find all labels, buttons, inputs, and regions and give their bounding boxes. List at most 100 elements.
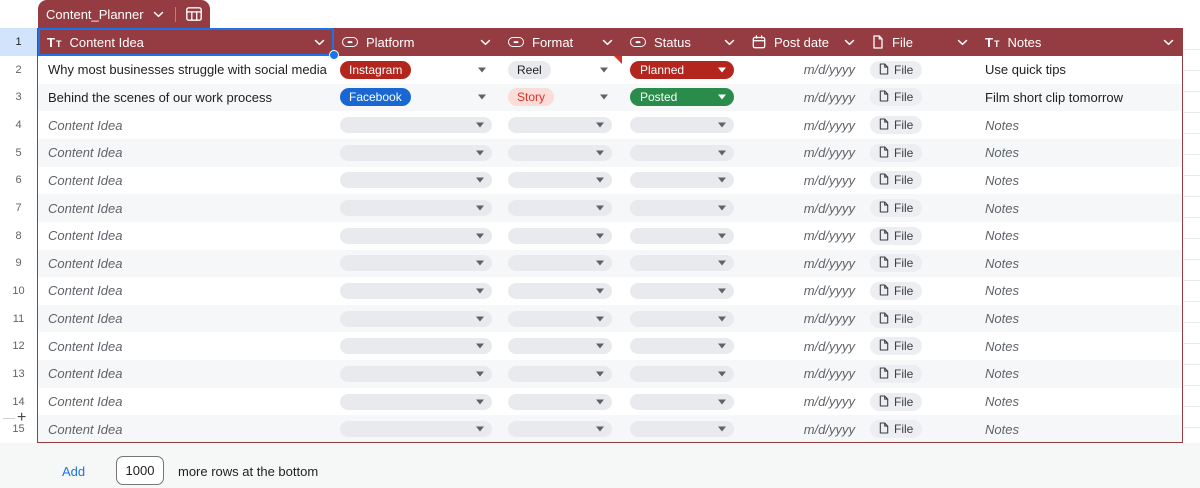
cell-platform[interactable] [334, 194, 500, 222]
cell-notes[interactable]: Notes [977, 250, 1183, 278]
dropdown-arrow-icon[interactable] [476, 426, 484, 432]
dropdown-arrow-icon[interactable] [718, 260, 726, 266]
format-placeholder-dropdown[interactable] [508, 365, 612, 382]
column-header-status[interactable]: Status [622, 28, 744, 56]
dropdown-arrow-icon[interactable] [718, 67, 726, 73]
dropdown-arrow-icon[interactable] [596, 205, 604, 211]
row-number[interactable]: 12 [0, 332, 37, 360]
dropdown-arrow-icon[interactable] [718, 94, 726, 100]
cell-platform[interactable] [334, 167, 500, 195]
cell-format[interactable] [500, 332, 622, 360]
cell-notes[interactable]: Notes [977, 360, 1183, 388]
cell-notes[interactable]: Notes [977, 167, 1183, 195]
platform-placeholder-dropdown[interactable] [340, 144, 492, 161]
row-number[interactable]: 5 [0, 139, 37, 167]
status-placeholder-dropdown[interactable] [630, 421, 734, 438]
dropdown-arrow-icon[interactable] [476, 233, 484, 239]
status-placeholder-dropdown[interactable] [630, 144, 734, 161]
cell-format[interactable] [500, 139, 622, 167]
cell-format[interactable]: Story [500, 84, 622, 112]
row-number[interactable]: 3 [0, 84, 37, 112]
cell-status[interactable] [622, 360, 744, 388]
table-grid-icon[interactable] [185, 7, 202, 21]
dropdown-arrow-icon[interactable] [596, 399, 604, 405]
column-header-file[interactable]: File [864, 28, 977, 56]
cell-platform[interactable] [334, 332, 500, 360]
cell-content-idea[interactable]: Content Idea [38, 332, 334, 360]
cell-content-idea[interactable]: Why most businesses struggle with social… [38, 56, 334, 84]
column-header-platform[interactable]: Platform [334, 28, 500, 56]
cell-post-date[interactable]: m/d/yyyy [744, 277, 864, 305]
format-placeholder-dropdown[interactable] [508, 117, 612, 134]
cell-format[interactable] [500, 388, 622, 416]
platform-placeholder-dropdown[interactable] [340, 282, 492, 299]
format-placeholder-dropdown[interactable] [508, 421, 612, 438]
format-placeholder-dropdown[interactable] [508, 200, 612, 217]
cell-format[interactable] [500, 167, 622, 195]
dropdown-arrow-icon[interactable] [476, 371, 484, 377]
cell-content-idea[interactable]: Content Idea [38, 222, 334, 250]
file-chip[interactable]: File [870, 337, 923, 356]
platform-placeholder-dropdown[interactable] [340, 172, 492, 189]
file-chip[interactable]: File [870, 88, 923, 107]
format-placeholder-dropdown[interactable] [508, 310, 612, 327]
row-number-selected[interactable]: 1 [0, 28, 37, 56]
cell-notes[interactable]: Notes [977, 194, 1183, 222]
platform-placeholder-dropdown[interactable] [340, 338, 492, 355]
status-placeholder-dropdown[interactable] [630, 172, 734, 189]
status-placeholder-dropdown[interactable] [630, 200, 734, 217]
dropdown-arrow-icon[interactable] [596, 233, 604, 239]
cell-format[interactable] [500, 222, 622, 250]
dropdown-arrow-icon[interactable] [718, 122, 726, 128]
add-rows-button[interactable]: Add [62, 464, 85, 479]
cell-status[interactable]: Posted [622, 84, 744, 112]
format-placeholder-dropdown[interactable] [508, 144, 612, 161]
platform-placeholder-dropdown[interactable] [340, 365, 492, 382]
format-placeholder-dropdown[interactable] [508, 338, 612, 355]
platform-placeholder-dropdown[interactable] [340, 117, 492, 134]
chevron-down-icon[interactable] [957, 39, 968, 46]
cell-post-date[interactable]: m/d/yyyy [744, 332, 864, 360]
dropdown-arrow-icon[interactable] [718, 233, 726, 239]
cell-status[interactable] [622, 222, 744, 250]
dropdown-arrow-icon[interactable] [596, 316, 604, 322]
cell-content-idea[interactable]: Content Idea [38, 139, 334, 167]
cell-platform[interactable] [334, 250, 500, 278]
chevron-down-icon[interactable] [1163, 39, 1174, 46]
dropdown-arrow-icon[interactable] [718, 371, 726, 377]
format-placeholder-dropdown[interactable] [508, 227, 612, 244]
cell-post-date[interactable]: m/d/yyyy [744, 305, 864, 333]
cell-file[interactable]: File [864, 388, 977, 416]
dropdown-arrow-icon[interactable] [476, 343, 484, 349]
row-number[interactable]: 2 [0, 56, 37, 84]
cell-post-date[interactable]: m/d/yyyy [744, 111, 864, 139]
file-chip[interactable]: File [870, 254, 923, 273]
file-chip[interactable]: File [870, 60, 923, 79]
cell-platform[interactable] [334, 305, 500, 333]
dropdown-arrow-icon[interactable] [718, 426, 726, 432]
row-number[interactable]: 7 [0, 194, 37, 222]
dropdown-arrow-icon[interactable] [596, 122, 604, 128]
cell-notes[interactable]: Notes [977, 305, 1183, 333]
cell-format[interactable]: Reel [500, 56, 622, 84]
cell-notes[interactable]: Use quick tips [977, 56, 1183, 84]
cell-platform[interactable]: Instagram [334, 56, 500, 84]
cell-platform[interactable]: Facebook [334, 84, 500, 112]
cell-format[interactable] [500, 194, 622, 222]
dropdown-arrow-icon[interactable] [718, 150, 726, 156]
cell-file[interactable]: File [864, 139, 977, 167]
cell-file[interactable]: File [864, 194, 977, 222]
row-number[interactable]: 13 [0, 360, 37, 388]
insert-row-plus-icon[interactable]: + [17, 410, 26, 426]
dropdown-arrow-icon[interactable] [478, 94, 486, 100]
cell-post-date[interactable]: m/d/yyyy [744, 139, 864, 167]
cell-post-date[interactable]: m/d/yyyy [744, 415, 864, 443]
dropdown-arrow-icon[interactable] [596, 288, 604, 294]
file-chip[interactable]: File [870, 171, 923, 190]
rows-count-input[interactable] [116, 456, 164, 485]
cell-content-idea[interactable]: Content Idea [38, 111, 334, 139]
table-tab[interactable]: Content_Planner [38, 0, 210, 28]
dropdown-arrow-icon[interactable] [476, 288, 484, 294]
cell-file[interactable]: File [864, 222, 977, 250]
cell-notes[interactable]: Notes [977, 139, 1183, 167]
